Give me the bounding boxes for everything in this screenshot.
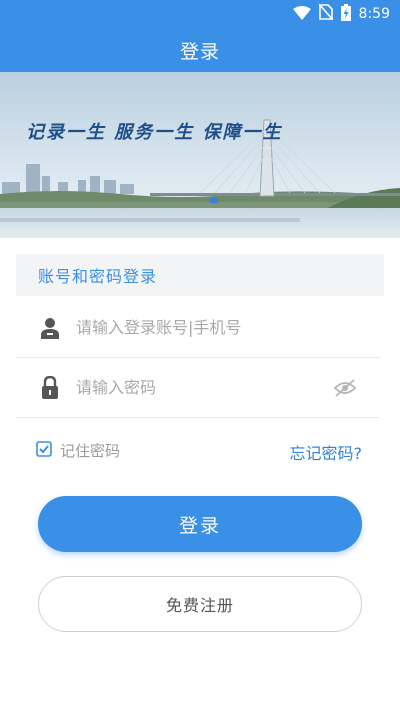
password-input[interactable]: [76, 378, 326, 397]
register-button[interactable]: 免费注册: [38, 576, 362, 632]
account-field-row: [16, 298, 380, 358]
forgot-password-link[interactable]: 忘记密码?: [290, 440, 363, 464]
user-icon: [38, 316, 62, 340]
login-method-label: 账号和密码登录: [38, 267, 158, 286]
remember-password-checkbox[interactable]: 记住密码: [36, 440, 120, 461]
wifi-icon: [292, 5, 311, 24]
password-field-row: [16, 358, 380, 418]
no-sim-icon: [317, 3, 334, 24]
account-input[interactable]: [76, 318, 326, 337]
app-bar: 登录: [0, 28, 400, 72]
banner-illustration: [0, 72, 400, 238]
lock-icon: [38, 375, 62, 400]
remember-password-label: 记住密码: [60, 442, 121, 460]
status-time: 8:59: [358, 6, 390, 22]
banner-image: 记录一生 服务一生 保障一生: [0, 72, 400, 238]
banner-slogan: 记录一生 服务一生 保障一生: [26, 122, 283, 143]
battery-charging-icon: [340, 3, 351, 25]
login-method-header: 账号和密码登录: [16, 254, 384, 296]
login-button[interactable]: 登录: [38, 496, 362, 552]
eye-off-icon[interactable]: [332, 376, 358, 400]
status-bar: 8:59: [0, 0, 400, 28]
status-icons: 8:59: [292, 3, 390, 25]
page-title: 登录: [179, 40, 220, 63]
checkbox-checked-icon: [36, 440, 52, 461]
